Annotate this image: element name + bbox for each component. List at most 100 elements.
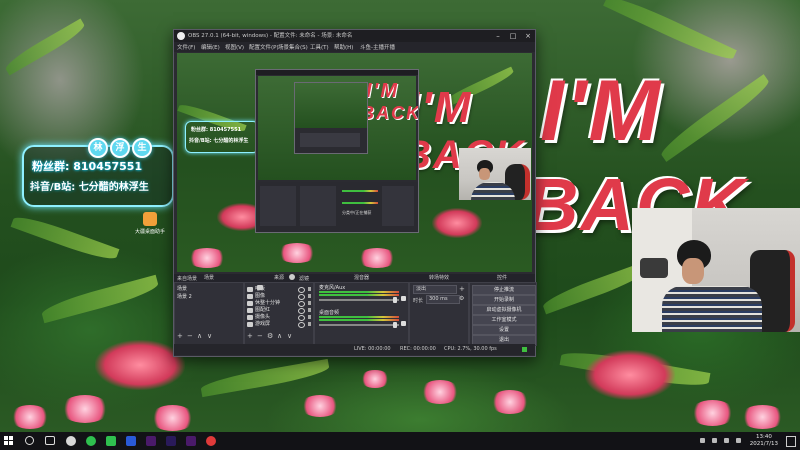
lock-icon[interactable] — [308, 301, 311, 305]
ime-icon[interactable] — [736, 438, 741, 443]
source-item[interactable]: 吃饭 — [255, 285, 265, 292]
system-clock[interactable]: 13:40 2021/7/13 — [750, 434, 778, 448]
premiere-icon[interactable] — [146, 436, 156, 446]
source-settings-gear-icon[interactable]: ⚙ — [267, 331, 273, 341]
menu-douyu[interactable]: 斗鱼-主播开播 — [360, 43, 395, 51]
lock-icon[interactable] — [308, 322, 311, 326]
fan-group-number: 粉丝群: 810457551 — [32, 160, 143, 173]
source-down-button[interactable]: ∨ — [287, 331, 292, 341]
speaker-icon[interactable] — [401, 296, 406, 301]
menu-help[interactable]: 帮助(H) — [334, 43, 353, 51]
stop-streaming-button[interactable]: 停止推流 — [472, 285, 536, 295]
leaf-decoration — [10, 211, 120, 265]
premiere-icon[interactable] — [186, 436, 196, 446]
close-button[interactable]: × — [521, 30, 535, 42]
flower-decoration — [150, 405, 195, 431]
transitions-panel-title: 转场特效 — [428, 275, 449, 281]
volume-knob[interactable] — [393, 297, 397, 303]
visibility-eye-icon[interactable] — [298, 287, 305, 293]
app-taskbar-icon[interactable] — [206, 436, 216, 446]
source-item[interactable]: 图配红 — [255, 306, 270, 313]
search-icon[interactable] — [25, 436, 34, 445]
volume-slider[interactable] — [319, 299, 399, 301]
lock-icon[interactable] — [308, 308, 311, 312]
network-icon[interactable] — [712, 438, 717, 443]
flower-decoration — [360, 370, 390, 388]
leaf-decoration — [39, 274, 161, 324]
scenes-panel-title: 场景 — [203, 275, 214, 281]
audio-meter — [319, 291, 399, 293]
tray-icon[interactable] — [700, 438, 705, 443]
minimize-button[interactable]: – — [491, 30, 505, 42]
nested-status-label: 分类中/正在捕获 — [342, 210, 372, 215]
visibility-eye-icon[interactable] — [298, 294, 305, 300]
source-up-button[interactable]: ∧ — [277, 331, 282, 341]
studio-mode-button[interactable]: 工作室模式 — [472, 315, 536, 325]
remove-scene-button[interactable]: − — [187, 331, 193, 341]
menu-tools[interactable]: 工具(T) — [310, 43, 329, 51]
source-item[interactable]: 游戏屏 — [255, 320, 270, 327]
flower-decoration — [740, 405, 785, 429]
add-transition-button[interactable]: + — [459, 285, 465, 293]
source-type-icon — [247, 294, 253, 299]
remove-source-button[interactable]: − — [257, 331, 263, 341]
scene-up-button[interactable]: ∧ — [197, 331, 202, 341]
source-item[interactable]: 摄像头 — [255, 313, 270, 320]
visibility-eye-icon[interactable] — [298, 315, 305, 321]
clock-date: 2021/7/13 — [749, 441, 778, 447]
name-char-badge: 浮 — [110, 138, 130, 158]
flower-decoration — [60, 395, 110, 423]
name-char-badge: 林 — [88, 138, 108, 158]
name-char-badge: 生 — [132, 138, 152, 158]
maximize-button[interactable]: □ — [506, 30, 520, 42]
flower-decoration — [690, 400, 735, 426]
add-scene-button[interactable]: + — [177, 331, 183, 341]
streamer-name-badge: 林 浮 生 — [88, 138, 158, 158]
add-source-button[interactable]: + — [247, 331, 253, 341]
controls-panel-title: 控件 — [496, 275, 507, 281]
task-view-icon[interactable] — [45, 436, 55, 445]
menu-view[interactable]: 视图(V) — [225, 43, 244, 51]
scene-down-button[interactable]: ∨ — [207, 331, 212, 341]
visibility-eye-icon[interactable] — [298, 301, 305, 307]
source-item[interactable]: 休整十分钟 — [255, 299, 280, 306]
leaf-decoration — [657, 74, 773, 162]
virtual-camera-button[interactable]: 启动虚拟摄像机 — [472, 305, 536, 315]
social-accounts-text: 抖音/B站: 七分醋的林浮生 — [30, 182, 149, 193]
volume-knob[interactable] — [393, 322, 397, 328]
wechat-icon[interactable] — [106, 436, 116, 446]
app-taskbar-icon[interactable] — [126, 436, 136, 446]
audio-meter — [319, 294, 399, 296]
volume-icon[interactable] — [724, 438, 729, 443]
obs-taskbar-icon[interactable] — [66, 436, 76, 446]
notification-icon[interactable] — [786, 436, 796, 447]
visibility-eye-icon[interactable] — [298, 322, 305, 328]
after-effects-icon[interactable] — [166, 436, 176, 446]
preview-canvas[interactable]: I'M BACK 粉丝群: 810457551 抖音/B站: 七分醋的林浮生 I… — [177, 53, 532, 272]
transition-gear-icon[interactable]: ⚙ — [459, 295, 464, 302]
menu-edit[interactable]: 编辑(E) — [201, 43, 220, 51]
start-recording-button[interactable]: 开始录制 — [472, 295, 536, 305]
speaker-icon[interactable] — [401, 321, 406, 326]
menu-profile[interactable]: 配置文件(P) — [249, 43, 279, 51]
settings-button[interactable]: 设置 — [472, 325, 536, 335]
transition-select[interactable]: 淡出 — [413, 285, 457, 294]
lock-icon[interactable] — [308, 287, 311, 291]
obs-window[interactable]: OBS 27.0.1 (64-bit, windows) - 配置文件: 未命名… — [173, 29, 537, 357]
sources-panel-title: 来源 — [273, 275, 284, 281]
scene-item[interactable]: 场景 — [177, 285, 187, 292]
visibility-eye-icon[interactable] — [298, 308, 305, 314]
title-bar[interactable]: OBS 27.0.1 (64-bit, windows) - 配置文件: 未命名… — [174, 30, 535, 42]
windows-start-icon[interactable] — [4, 436, 14, 446]
transitions-panel: 淡出 + 时长 300 ms ⚙ — [409, 282, 469, 346]
lock-icon[interactable] — [308, 315, 311, 319]
app-taskbar-icon[interactable] — [86, 436, 96, 446]
menu-file[interactable]: 文件(F) — [177, 43, 195, 51]
stream-health-icon — [522, 347, 527, 352]
lock-icon[interactable] — [308, 294, 311, 298]
menu-scene-collection[interactable]: 场景集合(S) — [278, 43, 308, 51]
volume-slider[interactable] — [319, 324, 399, 326]
scene-item[interactable]: 场景 2 — [177, 293, 192, 300]
duration-input[interactable]: 300 ms — [426, 295, 460, 304]
source-item[interactable]: 图像 — [255, 292, 265, 299]
